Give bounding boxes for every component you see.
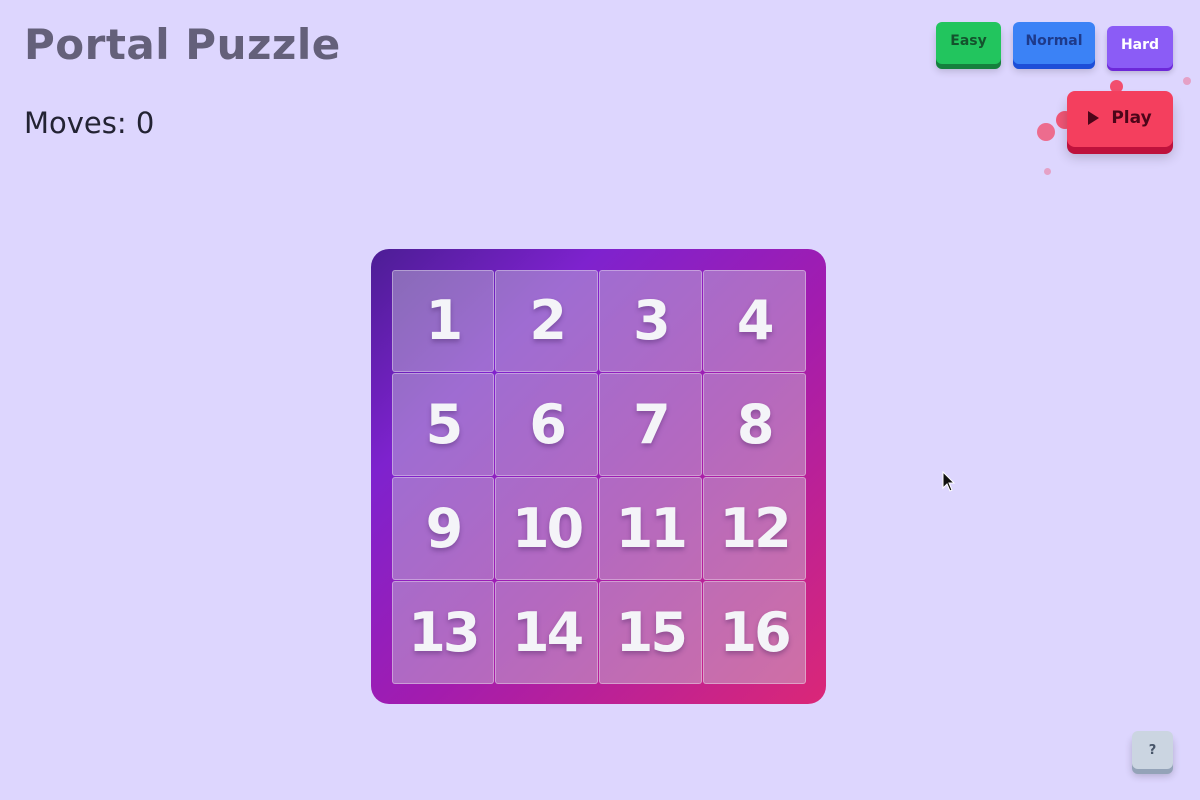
help-button[interactable]: ? xyxy=(1132,731,1173,769)
tile-grid: 1 2 3 4 5 6 7 8 9 10 11 12 13 14 15 16 xyxy=(391,269,806,684)
game-screen: Portal Puzzle Moves: 0 Easy Normal Hard … xyxy=(0,0,1200,800)
puzzle-tile[interactable]: 12 xyxy=(702,477,806,580)
moves-counter: Moves: 0 xyxy=(24,106,155,140)
puzzle-tile[interactable]: 4 xyxy=(702,269,806,373)
particle-decoration xyxy=(1037,123,1055,141)
puzzle-tile[interactable]: 15 xyxy=(599,580,702,684)
play-button[interactable]: Play xyxy=(1067,91,1173,147)
puzzle-tile[interactable]: 7 xyxy=(599,373,702,476)
hard-button[interactable]: Hard xyxy=(1107,26,1173,68)
puzzle-tile[interactable]: 1 xyxy=(391,269,495,373)
mouse-pointer-icon xyxy=(942,471,956,492)
normal-button[interactable]: Normal xyxy=(1013,22,1095,64)
puzzle-tile[interactable]: 10 xyxy=(495,477,598,580)
easy-button[interactable]: Easy xyxy=(936,22,1001,64)
puzzle-tile[interactable]: 6 xyxy=(495,373,598,476)
particle-decoration xyxy=(1044,168,1051,175)
puzzle-tile[interactable]: 16 xyxy=(702,580,806,684)
play-triangle-icon xyxy=(1088,111,1100,125)
puzzle-tile[interactable]: 2 xyxy=(495,269,598,373)
puzzle-tile[interactable]: 3 xyxy=(599,269,702,373)
puzzle-tile[interactable]: 14 xyxy=(495,580,598,684)
puzzle-tile[interactable]: 13 xyxy=(391,580,495,684)
play-button-label: Play xyxy=(1111,108,1152,128)
game-title: Portal Puzzle xyxy=(24,20,341,69)
puzzle-tile[interactable]: 8 xyxy=(702,373,806,476)
puzzle-tile[interactable]: 5 xyxy=(391,373,495,476)
puzzle-tile[interactable]: 11 xyxy=(599,477,702,580)
puzzle-board: 1 2 3 4 5 6 7 8 9 10 11 12 13 14 15 16 xyxy=(371,249,826,704)
particle-decoration xyxy=(1183,77,1191,85)
puzzle-tile[interactable]: 9 xyxy=(391,477,495,580)
